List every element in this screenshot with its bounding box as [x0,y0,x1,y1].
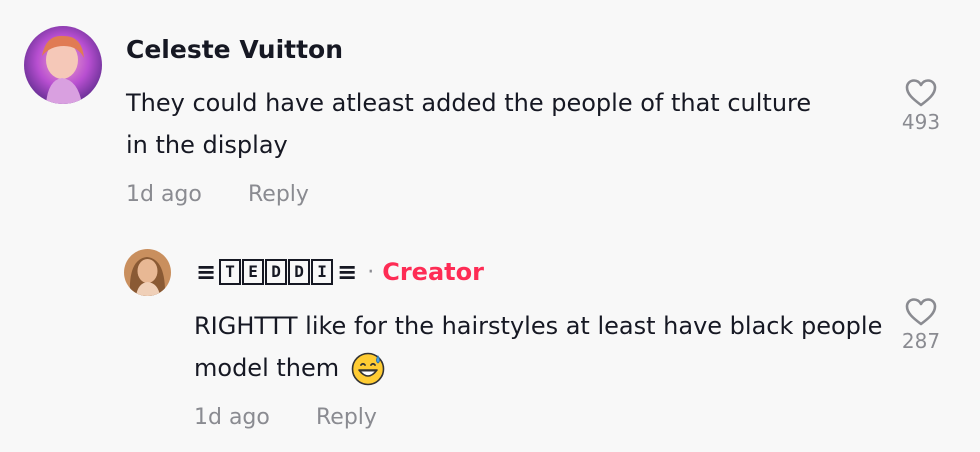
reply-text-content: RIGHTTT like for the hairstyles at least… [194,312,883,382]
username-letter: D [265,259,288,285]
reply-to-reply-button[interactable]: Reply [316,405,377,430]
reply-meta: 1d ago Reply [194,405,377,430]
avatar[interactable] [24,26,102,104]
username-letter: T [219,259,242,285]
reply-age: 1d ago [194,405,270,430]
username-letter: D [288,259,311,285]
comment-age: 1d ago [126,182,202,207]
username-decoration-right: ≡ [337,258,358,286]
username-decoration-left: ≡ [196,258,217,286]
grinning-face-with-sweat-icon [351,352,385,386]
username-letter: E [242,259,265,285]
heart-icon[interactable] [891,78,951,108]
comment-username[interactable]: Celeste Vuitton [126,35,343,64]
reply-text: RIGHTTT like for the hairstyles at least… [194,305,894,389]
separator-dot: · [367,259,375,285]
comment-text: They could have atleast added the people… [126,89,812,159]
reply-header: ≡ T E D D I ≡ · Creator [196,257,484,287]
reply-username[interactable]: T E D D I [219,259,334,285]
like-button[interactable]: 493 [891,78,951,134]
comment-thread: Celeste Vuitton They could have atleast … [0,0,980,452]
username-letter: I [311,259,334,285]
reply-avatar[interactable] [124,249,171,296]
reply-like-count: 287 [901,329,941,353]
creator-badge: Creator [382,258,484,286]
heart-icon[interactable] [891,297,951,327]
like-count: 493 [901,110,941,134]
reply-button[interactable]: Reply [248,182,309,207]
reply-like-button[interactable]: 287 [891,297,951,353]
comment-meta: 1d ago Reply [126,182,309,207]
